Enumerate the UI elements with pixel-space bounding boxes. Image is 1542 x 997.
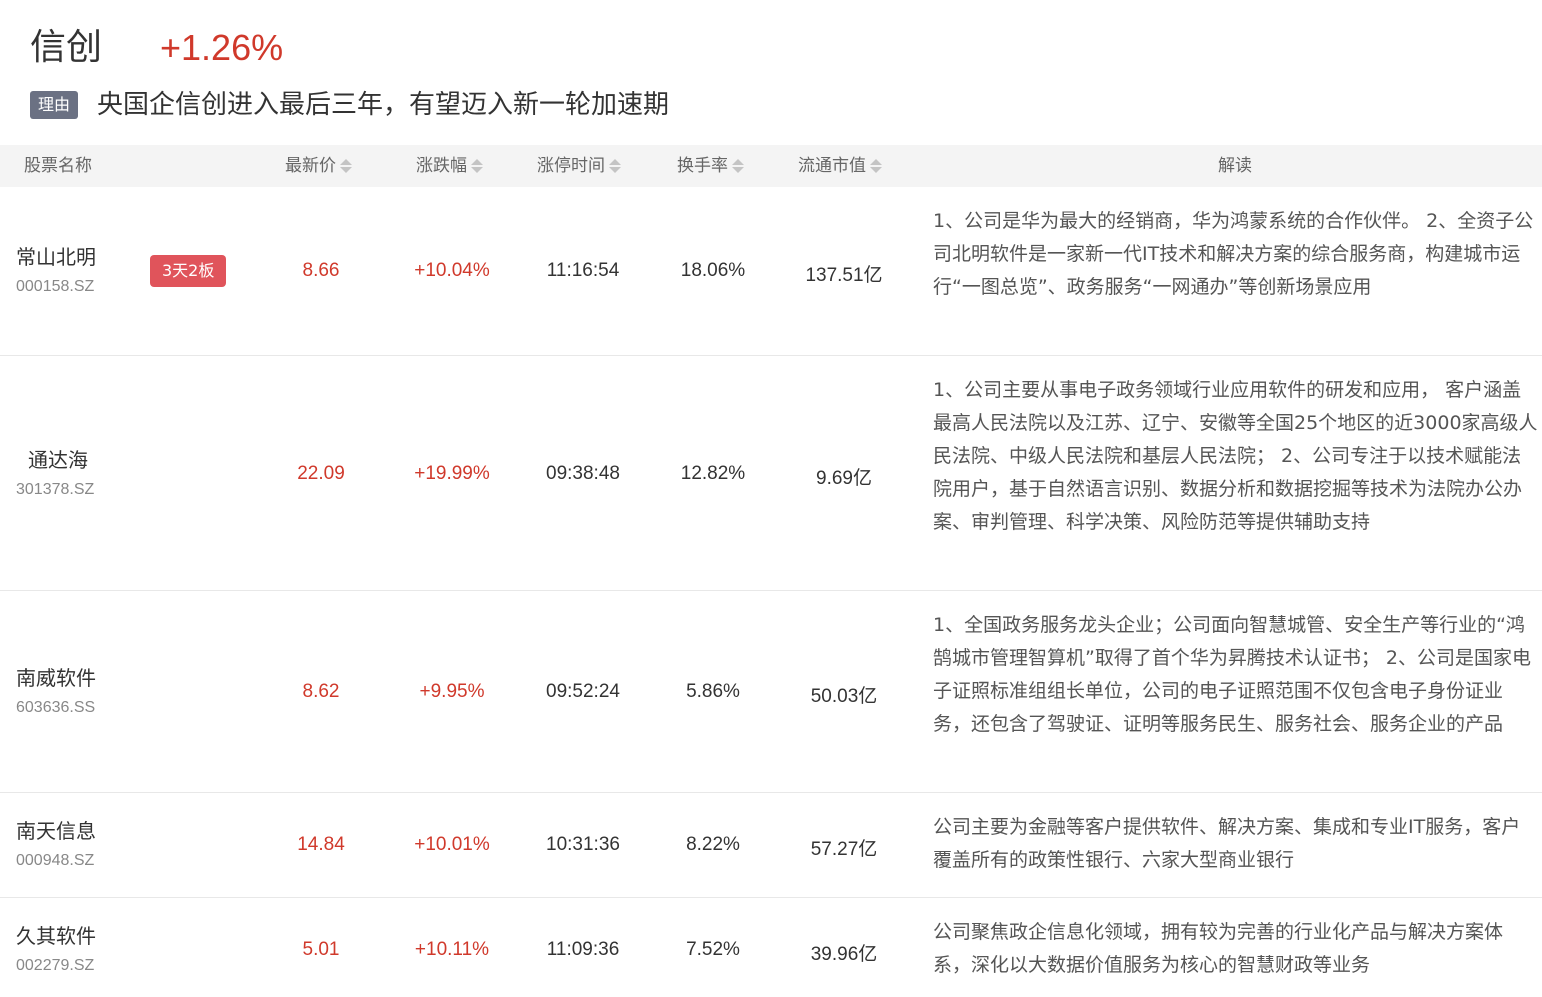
header-float-cap-sort[interactable]: 流通市值: [798, 145, 882, 187]
sort-icon[interactable]: [340, 157, 352, 175]
stock-name[interactable]: 南威软件: [16, 662, 96, 691]
float-cap-value: 137.51亿: [805, 265, 883, 286]
price-value: 22.09: [297, 463, 345, 484]
header-turnover-sort[interactable]: 换手率: [677, 145, 744, 187]
stock-name[interactable]: 常山北明: [16, 241, 96, 270]
table-row[interactable]: 通达海 301378.SZ 22.09 +19.99% 09:38:48 12.…: [0, 356, 1542, 591]
stock-code: 002279.SZ: [16, 957, 95, 974]
change-value: +10.04%: [414, 260, 490, 281]
turnover-value: 7.52%: [686, 939, 740, 960]
float-cap-value: 9.69亿: [816, 468, 872, 489]
table-header: 股票名称 最新价 涨跌幅 涨停时间 换手率 流通市值 解读: [0, 145, 1542, 187]
table-row[interactable]: 常山北明 000158.SZ 3天2板 8.66 +10.04% 11:16:5…: [0, 187, 1542, 356]
stock-code: 603636.SS: [16, 699, 96, 716]
sort-icon[interactable]: [609, 157, 621, 175]
reason-text: 央国企信创进入最后三年，有望迈入新一轮加速期: [97, 90, 670, 120]
header-price-sort[interactable]: 最新价: [285, 145, 352, 187]
stock-name[interactable]: 久其软件: [16, 920, 96, 949]
analysis-text: 公司聚焦政企信息化领域，拥有较为完善的行业化产品与解决方案体系，深化以大数据价值…: [933, 921, 1504, 976]
sector-change: +1.26%: [160, 27, 284, 68]
turnover-value: 12.82%: [680, 463, 746, 484]
float-cap-value: 57.27亿: [810, 839, 878, 860]
float-cap-value: 39.96亿: [810, 944, 878, 965]
change-value: +10.11%: [414, 939, 490, 960]
stock-name[interactable]: 通达海: [28, 444, 88, 473]
stock-code: 000158.SZ: [16, 278, 95, 295]
header-limit-time-sort[interactable]: 涨停时间: [537, 145, 621, 187]
turnover-value: 18.06%: [680, 260, 746, 281]
limit-time-value: 10:31:36: [546, 834, 620, 855]
header-stock-name: 股票名称: [24, 156, 92, 176]
analysis-text: 1、公司主要从事电子政务领域行业应用软件的研发和应用， 客户涵盖最高人民法院以及…: [933, 379, 1538, 533]
limit-time-value: 11:16:54: [546, 260, 620, 281]
limit-time-value: 11:09:36: [546, 939, 620, 960]
limit-time-value: 09:38:48: [546, 463, 620, 484]
reason-badge: 理由: [30, 91, 78, 119]
price-value: 8.66: [302, 260, 340, 281]
analysis-text: 公司主要为金融等客户提供软件、解决方案、集成和专业IT服务，客户覆盖所有的政策性…: [933, 816, 1521, 871]
sort-icon[interactable]: [870, 157, 882, 175]
sector-header: 信创 +1.26% 理由 央国企信创进入最后三年，有望迈入新一轮加速期: [0, 0, 1542, 145]
float-cap-value: 50.03亿: [810, 686, 878, 707]
analysis-text: 1、公司是华为最大的经销商，华为鸿蒙系统的合作伙伴。 2、全资子公司北明软件是一…: [933, 210, 1534, 298]
sort-icon[interactable]: [471, 157, 483, 175]
stock-code: 301378.SZ: [16, 481, 95, 498]
price-value: 5.01: [302, 939, 340, 960]
change-value: +19.99%: [414, 463, 490, 484]
limit-time-value: 09:52:24: [546, 681, 620, 702]
turnover-value: 5.86%: [686, 681, 740, 702]
analysis-text: 1、全国政务服务龙头企业；公司面向智慧城管、安全生产等行业的“鸿鹄城市管理智算机…: [933, 614, 1531, 735]
change-value: +10.01%: [414, 834, 490, 855]
table-row[interactable]: 南天信息 000948.SZ 14.84 +10.01% 10:31:36 8.…: [0, 793, 1542, 898]
change-value: +9.95%: [419, 681, 485, 702]
turnover-value: 8.22%: [686, 834, 740, 855]
table-row[interactable]: 久其软件 002279.SZ 5.01 +10.11% 11:09:36 7.5…: [0, 898, 1542, 997]
sector-name: 信创: [30, 27, 103, 68]
price-value: 14.84: [297, 834, 345, 855]
price-value: 8.62: [302, 681, 340, 702]
stock-name[interactable]: 南天信息: [16, 815, 96, 844]
stock-code: 000948.SZ: [16, 852, 95, 869]
header-change-sort[interactable]: 涨跌幅: [416, 145, 483, 187]
header-analysis: 解读: [1218, 156, 1252, 176]
table-row[interactable]: 南威软件 603636.SS 8.62 +9.95% 09:52:24 5.86…: [0, 591, 1542, 793]
sort-icon[interactable]: [732, 157, 744, 175]
limit-up-tag: 3天2板: [150, 255, 227, 287]
